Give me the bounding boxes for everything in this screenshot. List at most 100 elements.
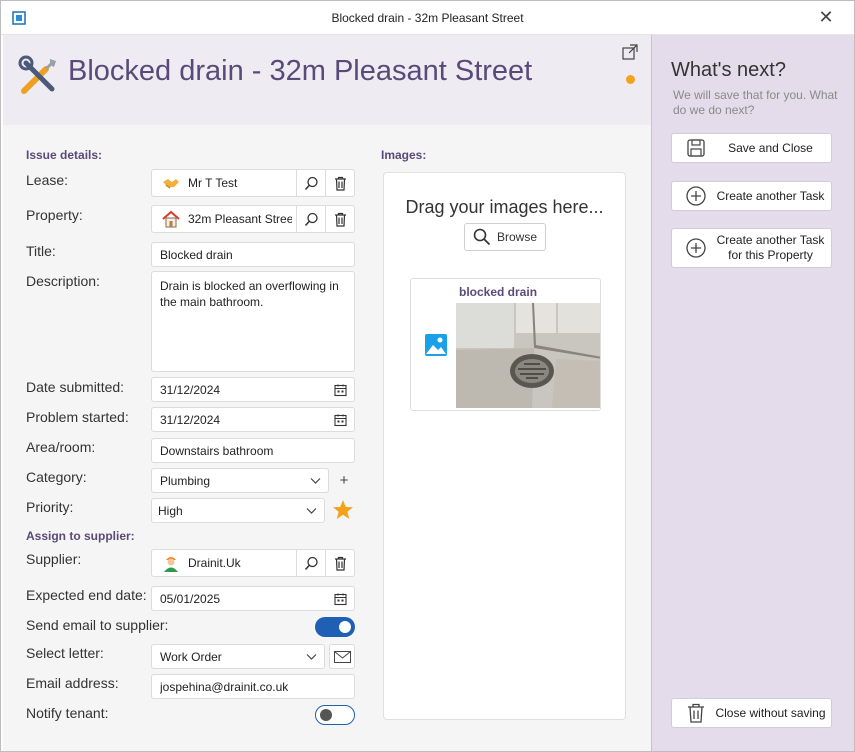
- calendar-icon[interactable]: [334, 383, 347, 396]
- priority-value: High: [158, 503, 183, 518]
- lease-label: Lease:: [26, 172, 69, 188]
- drag-hint: Drag your images here...: [405, 197, 604, 217]
- section-assign-supplier: Assign to supplier:: [26, 529, 135, 543]
- supplier-label: Supplier:: [26, 551, 82, 567]
- area-field[interactable]: Downstairs bathroom: [151, 438, 355, 463]
- window-title: Blocked drain - 32m Pleasant Street: [331, 11, 524, 25]
- notify-label: Notify tenant:: [26, 705, 109, 721]
- date-submitted-field[interactable]: 31/12/2024: [151, 377, 355, 402]
- add-category-button[interactable]: +: [332, 468, 356, 493]
- problem-started-field[interactable]: 31/12/2024: [151, 407, 355, 432]
- tools-icon: [18, 55, 56, 94]
- star-icon[interactable]: [332, 499, 354, 521]
- browse-label: Browse: [496, 230, 537, 244]
- page-header: Blocked drain - 32m Pleasant Street: [3, 35, 651, 125]
- trash-icon: [688, 703, 704, 723]
- house-icon: [162, 210, 180, 228]
- create-task-property-label: Create another Task for this Property: [716, 233, 825, 262]
- area-value: Downstairs bathroom: [160, 443, 274, 458]
- send-email-label: Send email to supplier:: [26, 617, 169, 633]
- letter-select[interactable]: Work Order: [151, 644, 325, 669]
- notify-toggle[interactable]: [315, 705, 355, 725]
- save-close-button[interactable]: Save and Close: [671, 133, 832, 163]
- calendar-icon[interactable]: [334, 413, 347, 426]
- priority-select[interactable]: High: [151, 498, 325, 523]
- image-caption: blocked drain: [459, 285, 538, 299]
- lease-value: Mr T Test: [188, 176, 238, 190]
- supplier-field[interactable]: Drainit.Uk: [151, 549, 355, 577]
- lease-delete-button[interactable]: [325, 170, 354, 196]
- add-circle-icon: [686, 238, 706, 258]
- chevron-down-icon: [306, 507, 317, 514]
- create-task-button[interactable]: Create another Task: [671, 181, 832, 211]
- supplier-value: Drainit.Uk: [188, 556, 241, 570]
- save-close-label: Save and Close: [728, 140, 813, 155]
- image-card[interactable]: blocked drain: [410, 278, 601, 411]
- description-label: Description:: [26, 273, 100, 289]
- email-field[interactable]: jospehina@drainit.co.uk: [151, 674, 355, 699]
- problem-started-label: Problem started:: [26, 409, 129, 425]
- search-icon: [304, 556, 318, 570]
- status-dot: [626, 75, 635, 84]
- title-field[interactable]: Blocked drain: [151, 242, 355, 267]
- letter-label: Select letter:: [26, 645, 104, 661]
- property-delete-button[interactable]: [325, 206, 354, 232]
- email-value: jospehina@drainit.co.uk: [160, 679, 289, 694]
- calendar-icon[interactable]: [334, 592, 347, 605]
- email-label: Email address:: [26, 675, 119, 691]
- category-label: Category:: [26, 469, 87, 485]
- category-select[interactable]: Plumbing: [151, 468, 329, 493]
- trash-icon: [334, 176, 346, 191]
- search-icon: [304, 212, 318, 226]
- plus-icon: +: [339, 472, 349, 489]
- property-field[interactable]: 32m Pleasant Street: [151, 205, 355, 233]
- chevron-down-icon: [310, 477, 321, 484]
- worker-icon: [164, 557, 178, 572]
- lease-field[interactable]: Mr T Test: [151, 169, 355, 197]
- date-submitted-value: 31/12/2024: [160, 382, 221, 397]
- handshake-icon: [163, 179, 179, 189]
- create-task-property-button[interactable]: Create another Task for this Property: [671, 228, 832, 268]
- close-without-saving-button[interactable]: Close without saving: [671, 698, 832, 728]
- image-drop-zone[interactable]: Drag your images here... Browse blocked …: [383, 172, 626, 720]
- supplier-delete-button[interactable]: [325, 550, 354, 576]
- property-label: Property:: [26, 207, 83, 223]
- section-issue-details: Issue details:: [26, 148, 103, 162]
- save-icon: [687, 139, 705, 157]
- section-images: Images:: [381, 148, 427, 162]
- priority-label: Priority:: [26, 499, 74, 515]
- letter-value: Work Order: [160, 649, 222, 664]
- search-icon: [473, 228, 491, 246]
- dialog-window: Blocked drain - 32m Pleasant Street ✕ Bl…: [0, 0, 855, 752]
- whats-next-panel: What's next? We will save that for you. …: [651, 35, 854, 751]
- whats-next-subtitle: We will save that for you. What do we do…: [673, 88, 838, 117]
- problem-started-value: 31/12/2024: [160, 412, 221, 427]
- popout-icon[interactable]: [622, 44, 638, 60]
- supplier-search-button[interactable]: [296, 550, 325, 576]
- trash-icon: [334, 556, 346, 571]
- property-search-button[interactable]: [296, 206, 325, 232]
- close-icon[interactable]: ✕: [816, 7, 836, 27]
- area-label: Area/room:: [26, 439, 96, 455]
- description-field[interactable]: Drain is blocked an overflowing in the m…: [151, 271, 355, 372]
- add-circle-icon: [686, 186, 706, 206]
- description-value: Drain is blocked an overflowing in the m…: [160, 279, 339, 309]
- close-without-saving-label: Close without saving: [715, 705, 826, 720]
- whats-next-title: What's next?: [671, 59, 786, 81]
- send-email-toggle[interactable]: [315, 617, 355, 637]
- main-panel: Blocked drain - 32m Pleasant Street Issu…: [3, 35, 651, 751]
- page-title: Blocked drain - 32m Pleasant Street: [68, 55, 533, 87]
- property-value: 32m Pleasant Street: [188, 212, 292, 226]
- trash-icon: [334, 212, 346, 227]
- title-label: Title:: [26, 243, 56, 259]
- expected-end-value: 05/01/2025: [160, 591, 221, 606]
- lease-search-button[interactable]: [296, 170, 325, 196]
- expected-end-field[interactable]: 05/01/2025: [151, 586, 355, 611]
- email-letter-button[interactable]: [329, 644, 355, 669]
- date-submitted-label: Date submitted:: [26, 379, 125, 395]
- drain-photo: [456, 303, 600, 408]
- browse-button[interactable]: Browse: [464, 223, 546, 251]
- title-bar: Blocked drain - 32m Pleasant Street ✕: [1, 1, 854, 35]
- search-icon: [304, 176, 318, 190]
- chevron-down-icon: [306, 653, 317, 660]
